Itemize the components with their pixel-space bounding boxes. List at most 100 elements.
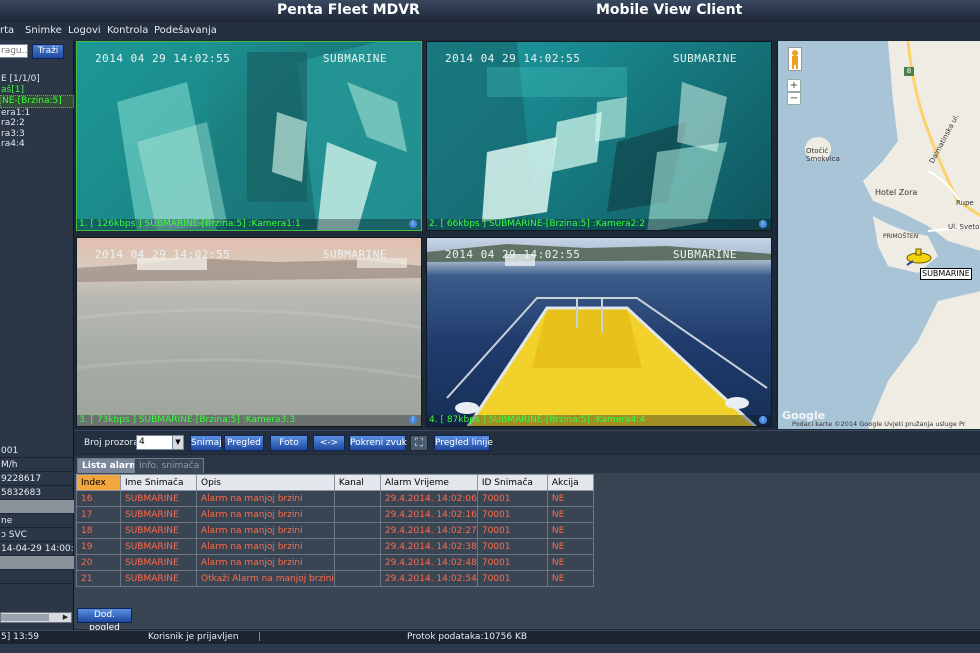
tree-camera-1[interactable]: era1:1 <box>0 108 74 119</box>
tree-root[interactable]: E [1/1/0] <box>0 74 74 85</box>
chevron-down-icon[interactable]: ▼ <box>172 436 183 449</box>
info-row: M/h <box>0 458 74 472</box>
table-row[interactable]: 18 SUBMARINE Alarm na manjoj brzini 29.4.20… <box>76 522 594 539</box>
tree-vehicle-submarine[interactable]: NE-[Brzina:5] <box>0 95 74 108</box>
menu-item-kontrola[interactable]: Kontrola <box>107 25 148 36</box>
map-view[interactable]: + − 8 Otočić Smokvica Hotel Zora PRIMOŠT… <box>777 41 980 429</box>
video-caption-text: 1. [ 126kbps ] SUBMARINE-[Brzina:5] :Kam… <box>79 219 301 229</box>
window-count-label: Broj prozora <box>84 438 139 448</box>
search-input[interactable] <box>0 44 28 58</box>
table-row[interactable]: 19 SUBMARINE Alarm na manjoj brzini 29.4.20… <box>76 538 594 555</box>
cell-action: NE <box>546 538 594 555</box>
photo-button[interactable]: Foto <box>270 435 308 451</box>
camera-1-feed <box>77 42 421 230</box>
vehicle-map-label: SUBMARINE <box>920 268 972 280</box>
vehicle-info-list: 001 M/h 9228617 5832683 ne ɔ SVC 14-04-2… <box>0 444 74 584</box>
column-header-index[interactable]: Index <box>76 474 121 491</box>
cell-index: 19 <box>76 538 121 555</box>
cell-recorder-name: SUBMARINE <box>120 554 197 571</box>
start-sound-button[interactable]: Pokreni zvuk <box>349 435 407 451</box>
video-vehicle-name: SUBMARINE <box>672 52 737 65</box>
zoom-in-button[interactable]: + <box>787 79 801 92</box>
cell-channel <box>333 554 381 571</box>
bottom-tabs: Lista alarma Info. snimača <box>74 455 980 473</box>
info-row: ne <box>0 514 74 528</box>
info-row: 9228617 <box>0 472 74 486</box>
status-login: Korisnik je prijavljen <box>148 632 239 642</box>
menu-item-snimke[interactable]: Snimke <box>25 25 62 36</box>
status-bar: 5] 13:59 Korisnik je prijavljen | Protok… <box>0 630 980 644</box>
cell-index: 20 <box>76 554 121 571</box>
cell-recorder-id: 70001 <box>476 570 548 587</box>
record-button[interactable]: Snimaj <box>190 435 222 451</box>
add-view-button[interactable]: Dod. pogled <box>77 608 132 633</box>
camera-2-feed <box>427 42 727 230</box>
info-icon[interactable]: i <box>409 416 417 424</box>
cell-channel <box>333 538 381 555</box>
video-tile-4[interactable]: 2014 04 29 14:02:55 SUBMARINE 4. [ 87kbp… <box>426 237 772 427</box>
cell-recorder-name: SUBMARINE <box>120 570 197 587</box>
menu-item-karta[interactable]: rta <box>0 25 14 36</box>
fullscreen-icon[interactable]: ⛶ <box>410 435 428 451</box>
video-caption-text: 3. [ 73kbps ] SUBMARINE-[Brzina:5] :Kame… <box>79 415 296 425</box>
video-tile-1[interactable]: 2014 04 29 14:02:55 SUBMARINE 1. [ 126kb… <box>76 41 422 231</box>
column-header-action[interactable]: Akcija <box>546 474 594 491</box>
cell-recorder-name: SUBMARINE <box>120 522 197 539</box>
status-separator: | <box>258 632 262 642</box>
info-icon[interactable]: i <box>409 220 417 228</box>
tree-camera-3[interactable]: ra3:3 <box>0 129 74 140</box>
tree-camera-4[interactable]: ra4:4 <box>0 139 74 150</box>
app-subtitle: Mobile View Client <box>596 2 743 18</box>
status-time: 5] 13:59 <box>1 632 40 642</box>
video-caption: 4. [ 87kbps ] SUBMARINE-[Brzina:5] :Kame… <box>427 415 771 426</box>
map-label: Otočić Smokvica <box>806 147 840 163</box>
map-copyright[interactable]: Podaci karte ©2014 Google Uvjeti pružanj… <box>792 420 965 428</box>
search-button[interactable]: Traži <box>32 44 64 59</box>
table-row[interactable]: 20 SUBMARINE Alarm na manjoj brzini 29.4.20… <box>76 554 594 571</box>
column-header-description[interactable]: Opis <box>196 474 335 491</box>
tab-recorder-info[interactable]: Info. snimača <box>134 458 205 473</box>
column-header-channel[interactable]: Kanal <box>333 474 381 491</box>
scrollbar-thumb[interactable] <box>1 614 49 621</box>
cell-alarm-time: 29.4.2014. 14:02:38 <box>379 538 478 555</box>
column-header-recorder-name[interactable]: Ime Snimača <box>120 474 197 491</box>
scroll-right-arrow-icon[interactable]: ▶ <box>61 613 70 622</box>
video-tile-3[interactable]: 2014 04 29 14:02:55 SUBMARINE 3. [ 73kbp… <box>76 237 422 427</box>
column-header-recorder-id[interactable]: ID Snimača <box>476 474 548 491</box>
window-bottom-edge <box>0 644 980 653</box>
cell-description: Otkaži Alarm na manjoj brzini <box>196 570 335 587</box>
table-header-row: Index Ime Snimača Opis Kanal Alarm Vrije… <box>76 474 594 491</box>
cell-recorder-id: 70001 <box>476 506 548 523</box>
table-row[interactable]: 21 SUBMARINE Otkaži Alarm na manjoj brzini… <box>76 570 594 587</box>
cell-action: NE <box>546 554 594 571</box>
horizontal-scrollbar[interactable]: ▶ <box>0 612 72 623</box>
info-row <box>0 570 74 584</box>
cell-recorder-id: 70001 <box>476 538 548 555</box>
menu-item-podesavanja[interactable]: Podešavanja <box>154 25 217 36</box>
cell-description: Alarm na manjoj brzini <box>196 506 335 523</box>
info-row <box>0 500 74 514</box>
cell-index: 21 <box>76 570 121 587</box>
line-preview-button[interactable]: Pregled linije <box>434 435 493 451</box>
tree-camera-2[interactable]: ra2:2 <box>0 118 74 129</box>
preview-button[interactable]: Pregled <box>224 435 264 451</box>
alarm-table-body: 16 SUBMARINE Alarm na manjoj brzini 29.4.20… <box>76 490 594 587</box>
alarm-list-panel: Index Ime Snimača Opis Kanal Alarm Vrije… <box>74 473 980 633</box>
video-timestamp: 2014 04 29 14:02:55 <box>445 248 581 261</box>
table-row[interactable]: 17 SUBMARINE Alarm na manjoj brzini 29.4.20… <box>76 506 594 523</box>
info-icon[interactable]: i <box>759 416 767 424</box>
cell-recorder-id: 70001 <box>476 554 548 571</box>
video-caption-text: 2. [ 66kbps ] SUBMARINE-[Brzina:5] :Kame… <box>429 219 646 229</box>
street-view-pegman-icon[interactable] <box>788 47 802 71</box>
tree-group[interactable]: aš[1] <box>0 85 74 96</box>
swap-button[interactable]: <-> <box>313 435 345 451</box>
submarine-vehicle-icon[interactable] <box>905 246 935 266</box>
column-header-alarm-time[interactable]: Alarm Vrijeme <box>379 474 478 491</box>
zoom-out-button[interactable]: − <box>787 92 801 105</box>
info-icon[interactable]: i <box>759 220 767 228</box>
menu-item-logovi[interactable]: Logovi <box>68 25 101 36</box>
table-row[interactable]: 16 SUBMARINE Alarm na manjoj brzini 29.4.20… <box>76 490 594 507</box>
video-tile-2[interactable]: 2014 04 29 14:02:55 SUBMARINE 2. [ 66kbp… <box>426 41 772 231</box>
window-count-select[interactable]: 4 ▼ <box>136 435 184 450</box>
cell-alarm-time: 29.4.2014. 14:02:48 <box>379 554 478 571</box>
